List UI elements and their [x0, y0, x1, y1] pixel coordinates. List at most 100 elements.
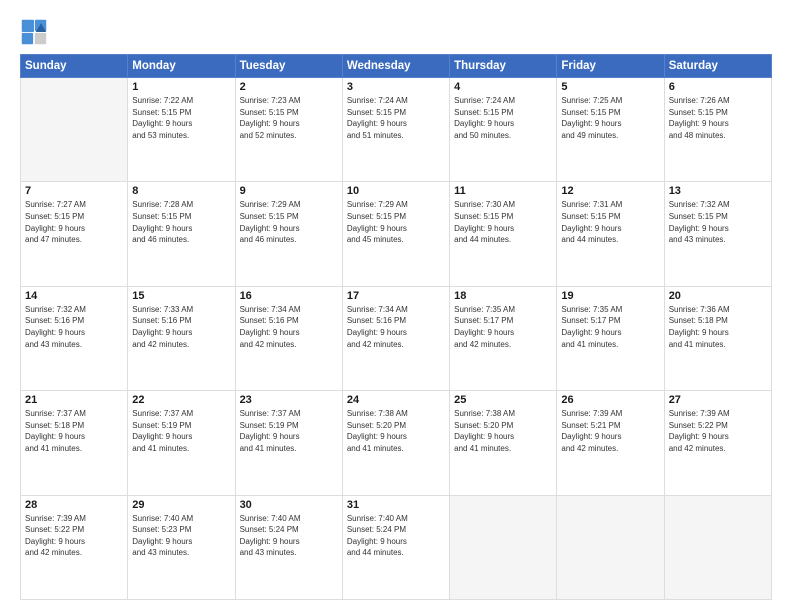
- header: [20, 18, 772, 46]
- weekday-header: Sunday: [21, 55, 128, 78]
- calendar-cell: 18Sunrise: 7:35 AMSunset: 5:17 PMDayligh…: [450, 286, 557, 390]
- calendar-table: SundayMondayTuesdayWednesdayThursdayFrid…: [20, 54, 772, 600]
- day-number: 12: [561, 185, 659, 197]
- day-number: 15: [132, 290, 230, 302]
- calendar-cell: 31Sunrise: 7:40 AMSunset: 5:24 PMDayligh…: [342, 495, 449, 599]
- calendar-cell: 21Sunrise: 7:37 AMSunset: 5:18 PMDayligh…: [21, 391, 128, 495]
- day-number: 25: [454, 394, 552, 406]
- day-number: 16: [240, 290, 338, 302]
- day-number: 17: [347, 290, 445, 302]
- calendar-cell: 23 Sunrise: 7:37 AMSunset: 5:19 PMDayligh…: [235, 391, 342, 495]
- day-info: Sunrise: 7:33 AMSunset: 5:16 PMDaylight:…: [132, 304, 230, 350]
- day-info: Sunrise: 7:34 AMSunset: 5:16 PMDaylight:…: [347, 304, 445, 350]
- calendar-cell: 7Sunrise: 7:27 AMSunset: 5:15 PMDaylight…: [21, 182, 128, 286]
- day-info: Sunrise: 7:32 AMSunset: 5:15 PMDaylight:…: [669, 199, 767, 245]
- calendar-cell: 15 Sunrise: 7:33 AMSunset: 5:16 PMDayligh…: [128, 286, 235, 390]
- day-info: Sunrise: 7:38 AMSunset: 5:20 PMDaylight:…: [347, 408, 445, 454]
- day-number: 13: [669, 185, 767, 197]
- day-number: 7: [25, 185, 123, 197]
- day-number: 30: [240, 499, 338, 511]
- day-info: Sunrise: 7:40 AMSunset: 5:23 PMDaylight:…: [132, 513, 230, 559]
- calendar-cell: 16 Sunrise: 7:34 AMSunset: 5:16 PMDayligh…: [235, 286, 342, 390]
- day-number: 8: [132, 185, 230, 197]
- calendar-cell: 17 Sunrise: 7:34 AMSunset: 5:16 PMDayligh…: [342, 286, 449, 390]
- calendar-cell: 20Sunrise: 7:36 AMSunset: 5:18 PMDayligh…: [664, 286, 771, 390]
- day-info: Sunrise: 7:26 AMSunset: 5:15 PMDaylight:…: [669, 95, 767, 141]
- day-info: Sunrise: 7:28 AMSunset: 5:15 PMDaylight:…: [132, 199, 230, 245]
- calendar-week-row: 21Sunrise: 7:37 AMSunset: 5:18 PMDayligh…: [21, 391, 772, 495]
- day-number: 14: [25, 290, 123, 302]
- calendar-cell: 2 Sunrise: 7:23 AMSunset: 5:15 PMDaylight…: [235, 78, 342, 182]
- day-info: Sunrise: 7:34 AMSunset: 5:16 PMDaylight:…: [240, 304, 338, 350]
- day-info: Sunrise: 7:24 AMSunset: 5:15 PMDaylight:…: [347, 95, 445, 141]
- calendar-cell: 28 Sunrise: 7:39 AMSunset: 5:22 PMDayligh…: [21, 495, 128, 599]
- calendar-cell: 19 Sunrise: 7:35 AMSunset: 5:17 PMDayligh…: [557, 286, 664, 390]
- logo: [20, 18, 52, 46]
- calendar-cell: 27Sunrise: 7:39 AMSunset: 5:22 PMDayligh…: [664, 391, 771, 495]
- day-number: 19: [561, 290, 659, 302]
- day-info: Sunrise: 7:40 AMSunset: 5:24 PMDaylight:…: [240, 513, 338, 559]
- logo-icon: [20, 18, 48, 46]
- calendar-cell: 25 Sunrise: 7:38 AMSunset: 5:20 PMDayligh…: [450, 391, 557, 495]
- calendar-cell: 6 Sunrise: 7:26 AMSunset: 5:15 PMDaylight…: [664, 78, 771, 182]
- day-info: Sunrise: 7:38 AMSunset: 5:20 PMDaylight:…: [454, 408, 552, 454]
- calendar-cell: 26 Sunrise: 7:39 AMSunset: 5:21 PMDayligh…: [557, 391, 664, 495]
- day-number: 18: [454, 290, 552, 302]
- day-info: Sunrise: 7:39 AMSunset: 5:21 PMDaylight:…: [561, 408, 659, 454]
- day-number: 2: [240, 81, 338, 93]
- calendar-header-row: SundayMondayTuesdayWednesdayThursdayFrid…: [21, 55, 772, 78]
- day-info: Sunrise: 7:30 AMSunset: 5:15 PMDaylight:…: [454, 199, 552, 245]
- day-number: 23: [240, 394, 338, 406]
- day-number: 24: [347, 394, 445, 406]
- day-info: Sunrise: 7:22 AMSunset: 5:15 PMDaylight:…: [132, 95, 230, 141]
- day-info: Sunrise: 7:37 AMSunset: 5:19 PMDaylight:…: [132, 408, 230, 454]
- day-number: 3: [347, 81, 445, 93]
- calendar-cell: [664, 495, 771, 599]
- day-number: 27: [669, 394, 767, 406]
- day-info: Sunrise: 7:23 AMSunset: 5:15 PMDaylight:…: [240, 95, 338, 141]
- calendar-cell: 13 Sunrise: 7:32 AMSunset: 5:15 PMDayligh…: [664, 182, 771, 286]
- calendar-cell: [21, 78, 128, 182]
- weekday-header: Thursday: [450, 55, 557, 78]
- day-number: 1: [132, 81, 230, 93]
- weekday-header: Monday: [128, 55, 235, 78]
- calendar-cell: 9 Sunrise: 7:29 AMSunset: 5:15 PMDaylight…: [235, 182, 342, 286]
- calendar-cell: 8 Sunrise: 7:28 AMSunset: 5:15 PMDaylight…: [128, 182, 235, 286]
- calendar-week-row: 1 Sunrise: 7:22 AMSunset: 5:15 PMDaylight…: [21, 78, 772, 182]
- day-number: 9: [240, 185, 338, 197]
- weekday-header: Wednesday: [342, 55, 449, 78]
- day-info: Sunrise: 7:32 AMSunset: 5:16 PMDaylight:…: [25, 304, 123, 350]
- day-info: Sunrise: 7:37 AMSunset: 5:19 PMDaylight:…: [240, 408, 338, 454]
- day-info: Sunrise: 7:29 AMSunset: 5:15 PMDaylight:…: [240, 199, 338, 245]
- calendar-cell: 24 Sunrise: 7:38 AMSunset: 5:20 PMDayligh…: [342, 391, 449, 495]
- day-info: Sunrise: 7:29 AMSunset: 5:15 PMDaylight:…: [347, 199, 445, 245]
- day-number: 10: [347, 185, 445, 197]
- calendar-cell: 11Sunrise: 7:30 AMSunset: 5:15 PMDayligh…: [450, 182, 557, 286]
- day-number: 6: [669, 81, 767, 93]
- calendar-cell: 22 Sunrise: 7:37 AMSunset: 5:19 PMDayligh…: [128, 391, 235, 495]
- calendar-cell: [557, 495, 664, 599]
- calendar-week-row: 7Sunrise: 7:27 AMSunset: 5:15 PMDaylight…: [21, 182, 772, 286]
- calendar-cell: 14 Sunrise: 7:32 AMSunset: 5:16 PMDayligh…: [21, 286, 128, 390]
- day-number: 29: [132, 499, 230, 511]
- calendar-cell: 4 Sunrise: 7:24 AMSunset: 5:15 PMDaylight…: [450, 78, 557, 182]
- day-info: Sunrise: 7:24 AMSunset: 5:15 PMDaylight:…: [454, 95, 552, 141]
- day-number: 4: [454, 81, 552, 93]
- weekday-header: Saturday: [664, 55, 771, 78]
- calendar-cell: 29 Sunrise: 7:40 AMSunset: 5:23 PMDayligh…: [128, 495, 235, 599]
- day-info: Sunrise: 7:37 AMSunset: 5:18 PMDaylight:…: [25, 408, 123, 454]
- calendar-cell: 10 Sunrise: 7:29 AMSunset: 5:15 PMDayligh…: [342, 182, 449, 286]
- day-number: 22: [132, 394, 230, 406]
- page: SundayMondayTuesdayWednesdayThursdayFrid…: [0, 0, 792, 612]
- calendar-week-row: 28 Sunrise: 7:39 AMSunset: 5:22 PMDayligh…: [21, 495, 772, 599]
- day-info: Sunrise: 7:35 AMSunset: 5:17 PMDaylight:…: [561, 304, 659, 350]
- day-number: 28: [25, 499, 123, 511]
- weekday-header: Tuesday: [235, 55, 342, 78]
- day-info: Sunrise: 7:40 AMSunset: 5:24 PMDaylight:…: [347, 513, 445, 559]
- day-number: 26: [561, 394, 659, 406]
- day-info: Sunrise: 7:31 AMSunset: 5:15 PMDaylight:…: [561, 199, 659, 245]
- day-info: Sunrise: 7:39 AMSunset: 5:22 PMDaylight:…: [25, 513, 123, 559]
- calendar-week-row: 14 Sunrise: 7:32 AMSunset: 5:16 PMDayligh…: [21, 286, 772, 390]
- day-info: Sunrise: 7:36 AMSunset: 5:18 PMDaylight:…: [669, 304, 767, 350]
- calendar-cell: 1 Sunrise: 7:22 AMSunset: 5:15 PMDaylight…: [128, 78, 235, 182]
